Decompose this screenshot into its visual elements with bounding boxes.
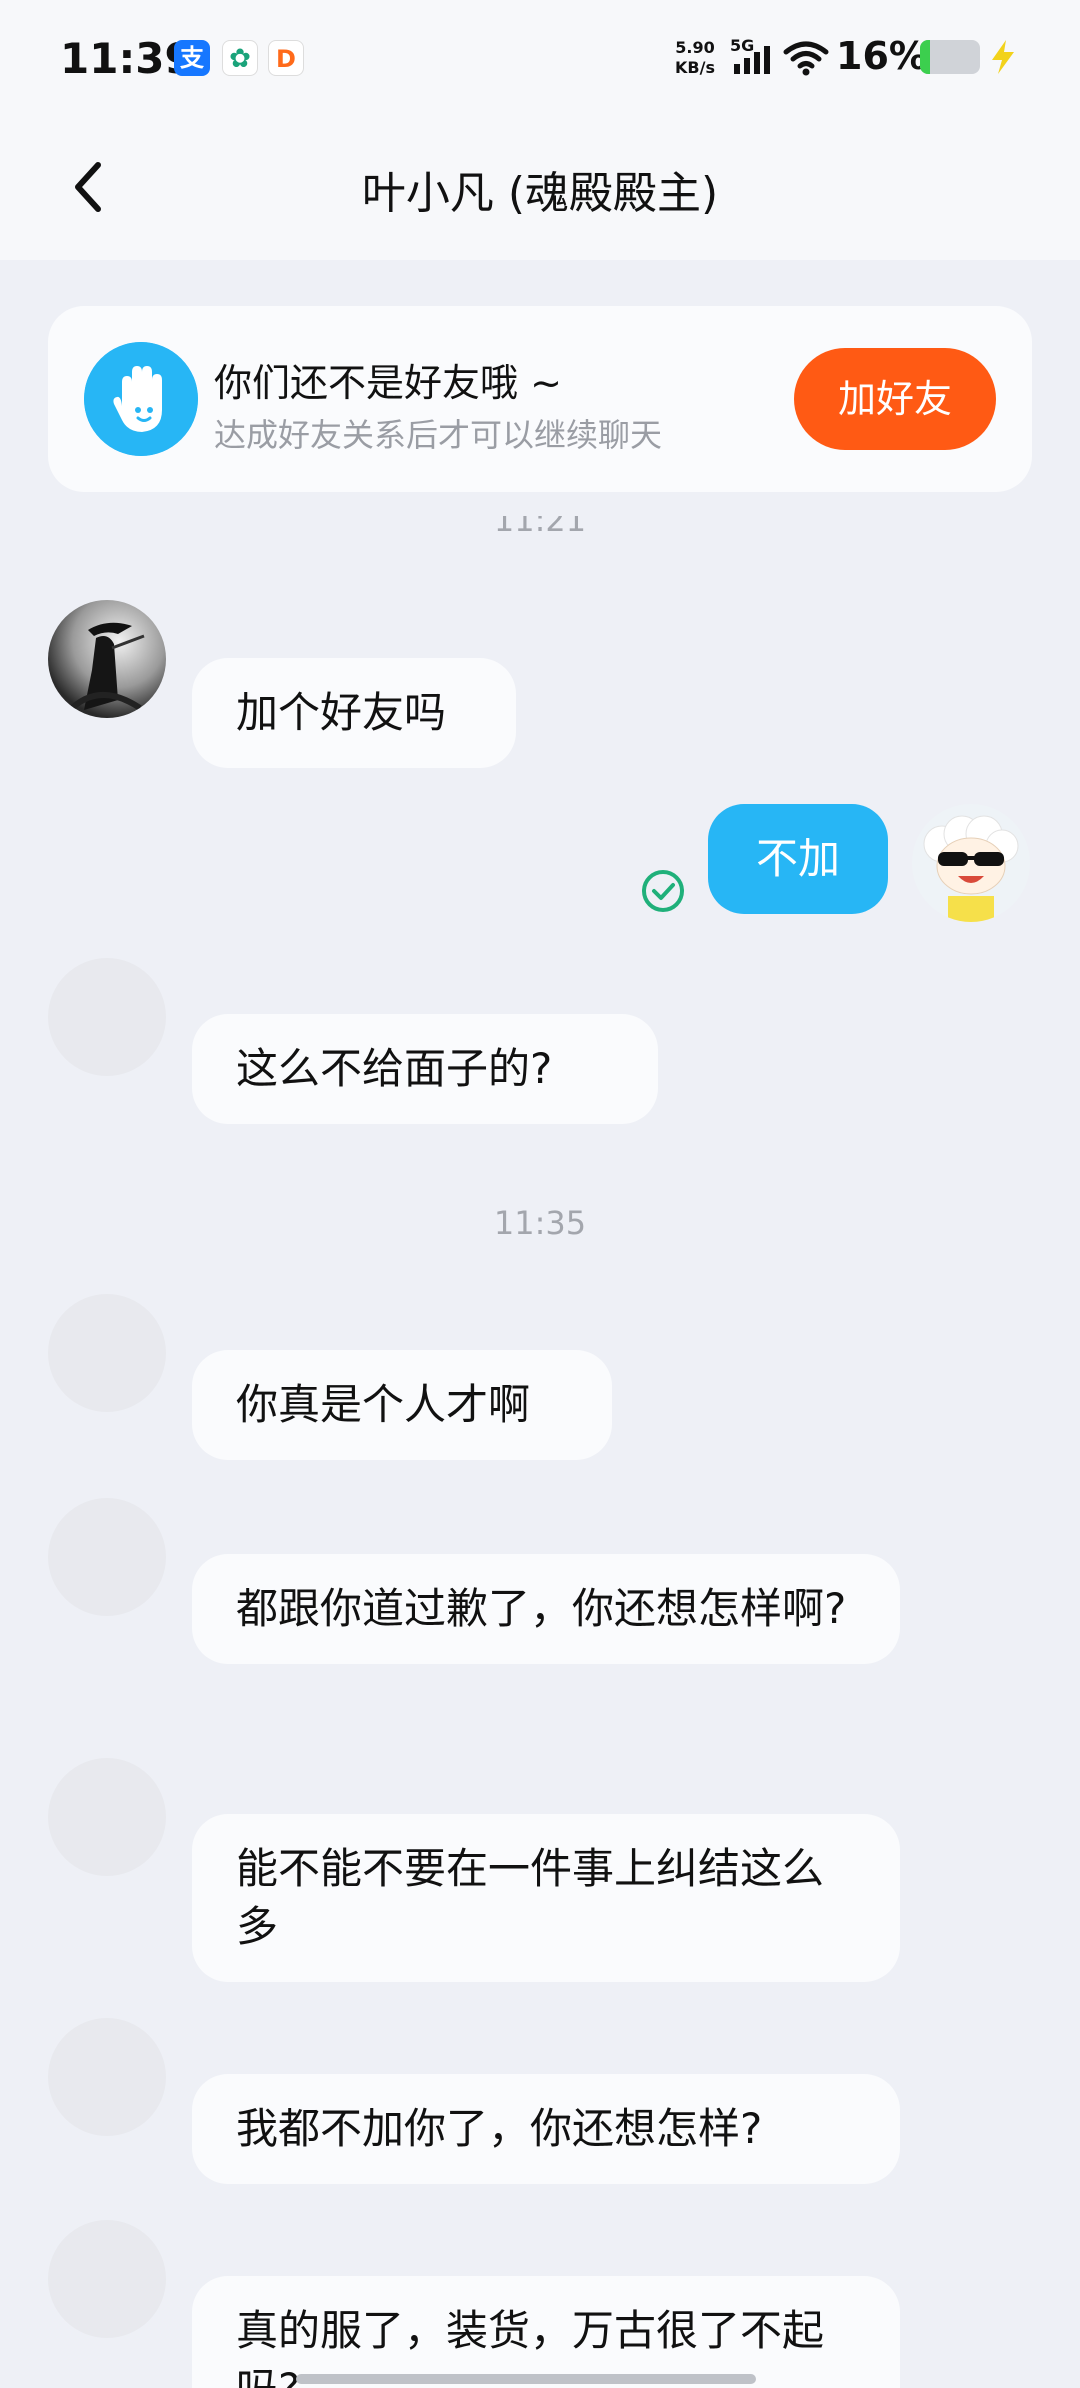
network-speed-value: 5.90 [675,38,715,57]
contact-avatar[interactable] [48,1758,166,1876]
banner-subtitle: 达成好友关系后才可以继续聊天 [214,416,663,454]
my-avatar[interactable] [912,804,1030,922]
message-bubble: 我都不加你了，你还想怎样? [192,2074,900,2184]
chat-timestamp: 11:21 [493,516,587,539]
didi-icon: D [268,40,304,76]
contact-avatar[interactable] [48,600,166,718]
message-bubble: 加个好友吗 [192,658,516,768]
battery-icon [920,40,980,74]
battery-level-fill [920,40,930,74]
wave-hand-icon [84,342,198,456]
chat-title: 叶小凡 (魂殿殿主) [361,168,719,219]
message-bubble: 你真是个人才啊 [192,1350,612,1460]
add-friend-button[interactable]: 加好友 [794,348,996,450]
message-bubble: 能不能不要在一件事上纠结这么多 [192,1814,900,1982]
signal-icon [734,46,770,74]
alipay-icon: 支 [174,40,210,76]
read-check-icon [642,870,684,912]
contact-avatar[interactable] [48,1498,166,1616]
ink-warrior-avatar-image [48,600,166,718]
message-bubble: 都跟你道过歉了，你还想怎样啊? [192,1554,900,1664]
battery-percent: 16% [836,34,927,78]
not-friends-banner: 你们还不是好友哦 ~ 达成好友关系后才可以继续聊天 加好友 [48,306,1032,492]
network-speed-unit: KB/s [675,58,715,77]
mobile-operator-icon: ✿ [222,40,258,76]
chat-header: 叶小凡 (魂殿殿主) [0,115,1080,260]
contact-avatar[interactable] [48,958,166,1076]
status-bar: 11:39 支 ✿ D 5.90 KB/s 5G 16% [0,0,1080,115]
banner-title: 你们还不是好友哦 ~ [214,361,562,405]
charging-icon [992,40,1014,74]
my-message-bubble: 不加 [708,804,888,914]
cartoon-sheep-avatar-image [912,804,1030,922]
contact-avatar[interactable] [48,1294,166,1412]
message-bubble: 这么不给面子的? [192,1014,658,1124]
home-indicator[interactable] [296,2374,756,2384]
contact-avatar[interactable] [48,2018,166,2136]
contact-avatar[interactable] [48,2220,166,2338]
chat-timestamp: 11:35 [493,1204,587,1242]
network-speed: 5.90 KB/s [668,38,722,78]
message-bubble: 真的服了，装货，万古很了不起吗? [192,2276,900,2388]
wifi-icon [783,41,829,76]
